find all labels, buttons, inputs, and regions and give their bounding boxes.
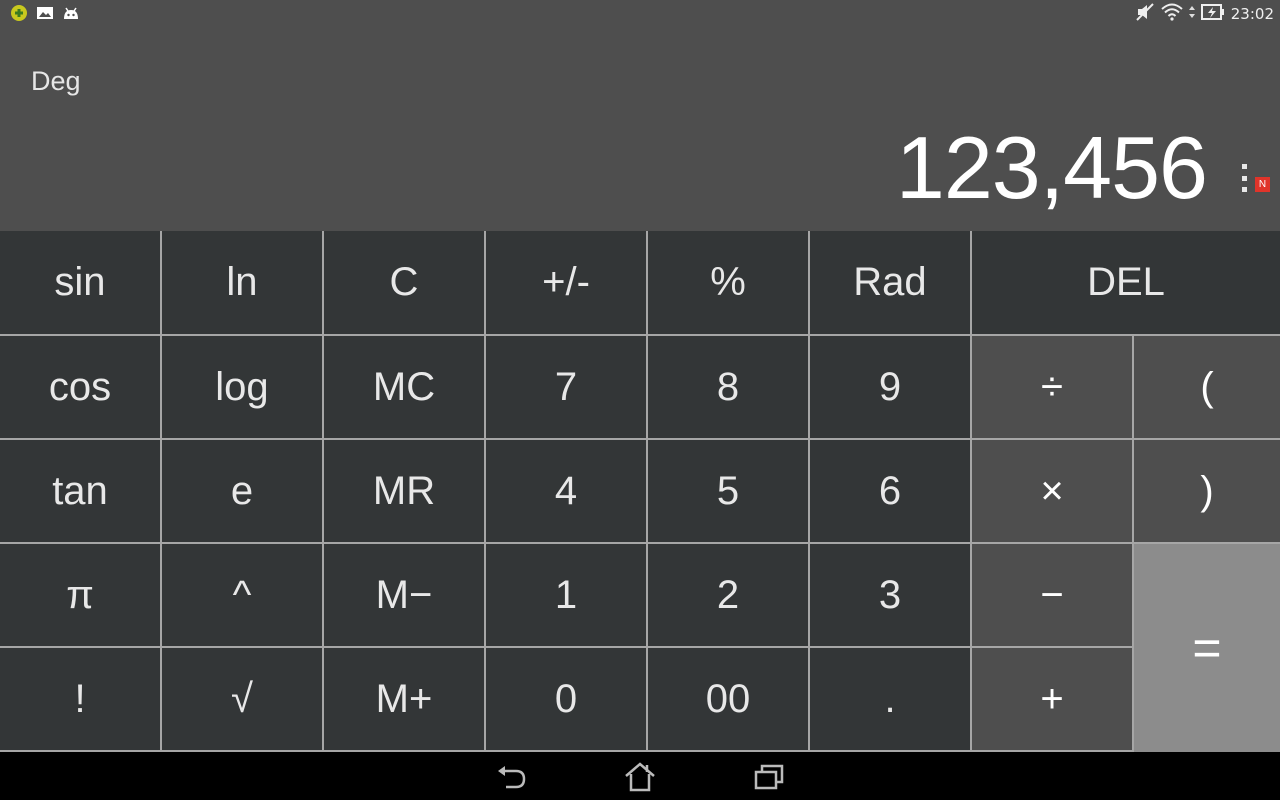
- data-activity-icon: [1188, 4, 1195, 24]
- key-open-paren[interactable]: (: [1134, 336, 1280, 438]
- key-memory-add[interactable]: M+: [324, 648, 484, 750]
- key-memory-recall[interactable]: MR: [324, 440, 484, 542]
- android-notification-icon: [62, 5, 80, 25]
- keypad: sin ln C +/- % Rad DEL cos log MC 7 8 9 …: [0, 231, 1280, 752]
- home-icon[interactable]: [623, 760, 657, 794]
- key-3[interactable]: 3: [810, 544, 970, 646]
- key-tan[interactable]: tan: [0, 440, 160, 542]
- app-notification-icon: [10, 4, 28, 26]
- key-cos[interactable]: cos: [0, 336, 160, 438]
- recent-apps-icon[interactable]: [752, 760, 786, 794]
- result-display: 123,456: [895, 118, 1208, 217]
- overflow-menu-icon[interactable]: [1237, 164, 1251, 192]
- key-5[interactable]: 5: [648, 440, 808, 542]
- key-ln[interactable]: ln: [162, 231, 322, 334]
- new-badge: N: [1255, 177, 1270, 192]
- key-sin[interactable]: sin: [0, 231, 160, 334]
- key-8[interactable]: 8: [648, 336, 808, 438]
- key-log[interactable]: log: [162, 336, 322, 438]
- clock: 23:02: [1230, 5, 1274, 23]
- key-close-paren[interactable]: ): [1134, 440, 1280, 542]
- mute-icon: [1135, 2, 1155, 26]
- status-bar: 23:02: [0, 0, 1280, 26]
- key-clear[interactable]: C: [324, 231, 484, 334]
- key-1[interactable]: 1: [486, 544, 646, 646]
- key-2[interactable]: 2: [648, 544, 808, 646]
- key-sign-toggle[interactable]: +/-: [486, 231, 646, 334]
- key-decimal[interactable]: .: [810, 648, 970, 750]
- key-memory-subtract[interactable]: M−: [324, 544, 484, 646]
- key-equals[interactable]: =: [1134, 544, 1280, 752]
- angle-mode-indicator: Deg: [31, 66, 81, 96]
- key-00[interactable]: 00: [648, 648, 808, 750]
- key-pi[interactable]: π: [0, 544, 160, 646]
- back-icon[interactable]: [495, 760, 529, 794]
- key-7[interactable]: 7: [486, 336, 646, 438]
- key-6[interactable]: 6: [810, 440, 970, 542]
- wifi-icon: [1161, 3, 1183, 25]
- key-factorial[interactable]: !: [0, 648, 160, 750]
- key-percent[interactable]: %: [648, 231, 808, 334]
- key-add[interactable]: +: [972, 648, 1132, 750]
- key-subtract[interactable]: −: [972, 544, 1132, 646]
- key-rad[interactable]: Rad: [810, 231, 970, 334]
- battery-charging-icon: [1200, 4, 1225, 24]
- key-sqrt[interactable]: √: [162, 648, 322, 750]
- key-power[interactable]: ^: [162, 544, 322, 646]
- key-9[interactable]: 9: [810, 336, 970, 438]
- key-4[interactable]: 4: [486, 440, 646, 542]
- key-e[interactable]: e: [162, 440, 322, 542]
- key-delete[interactable]: DEL: [972, 231, 1280, 334]
- image-notification-icon: [36, 5, 54, 25]
- calculator-display: Deg 123,456 N: [0, 26, 1280, 231]
- key-divide[interactable]: ÷: [972, 336, 1132, 438]
- key-memory-clear[interactable]: MC: [324, 336, 484, 438]
- key-0[interactable]: 0: [486, 648, 646, 750]
- key-multiply[interactable]: ×: [972, 440, 1132, 542]
- navigation-bar: [0, 752, 1280, 800]
